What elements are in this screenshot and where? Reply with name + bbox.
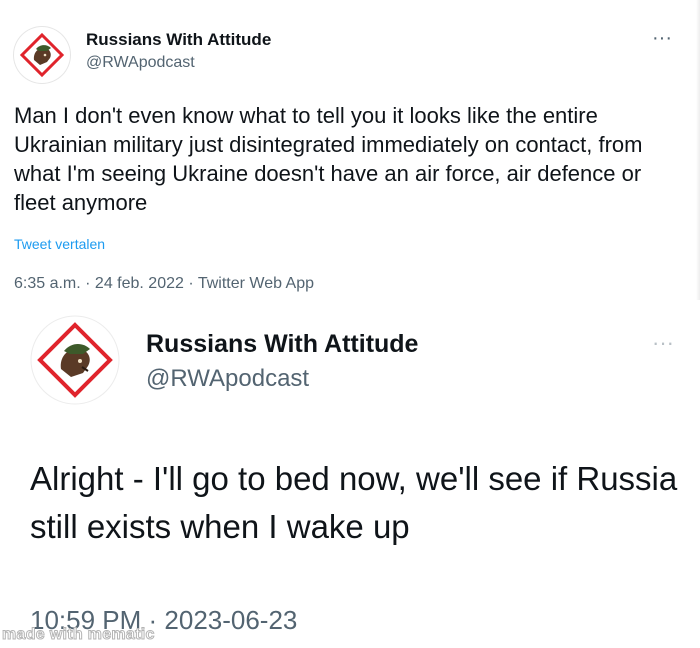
tweet-text: Alright - I'll go to bed now, we'll see … [30,460,678,545]
tweet-timestamp[interactable]: 6:35 a.m. · 24 feb. 2022 · Twitter Web A… [14,275,314,293]
tweet-text: Man I don't even know what to tell you i… [14,103,643,215]
rwa-logo-icon [19,32,65,78]
handle[interactable]: @RWApodcast [86,54,195,72]
avatar[interactable] [14,27,70,83]
more-dots-icon[interactable]: ··· [652,27,672,50]
rwa-logo-icon [30,315,120,405]
tweet-card-1: Russians With Attitude @RWApodcast ··· M… [0,0,700,305]
avatar[interactable] [30,315,120,405]
translate-link[interactable]: Tweet vertalen [14,236,105,252]
display-name[interactable]: Russians With Attitude [86,30,271,50]
watermark: made with mematic [2,626,155,644]
divider [696,0,700,300]
more-dots-icon[interactable]: ··· [652,330,674,356]
display-name[interactable]: Russians With Attitude [146,330,418,359]
handle[interactable]: @RWApodcast [146,365,309,393]
